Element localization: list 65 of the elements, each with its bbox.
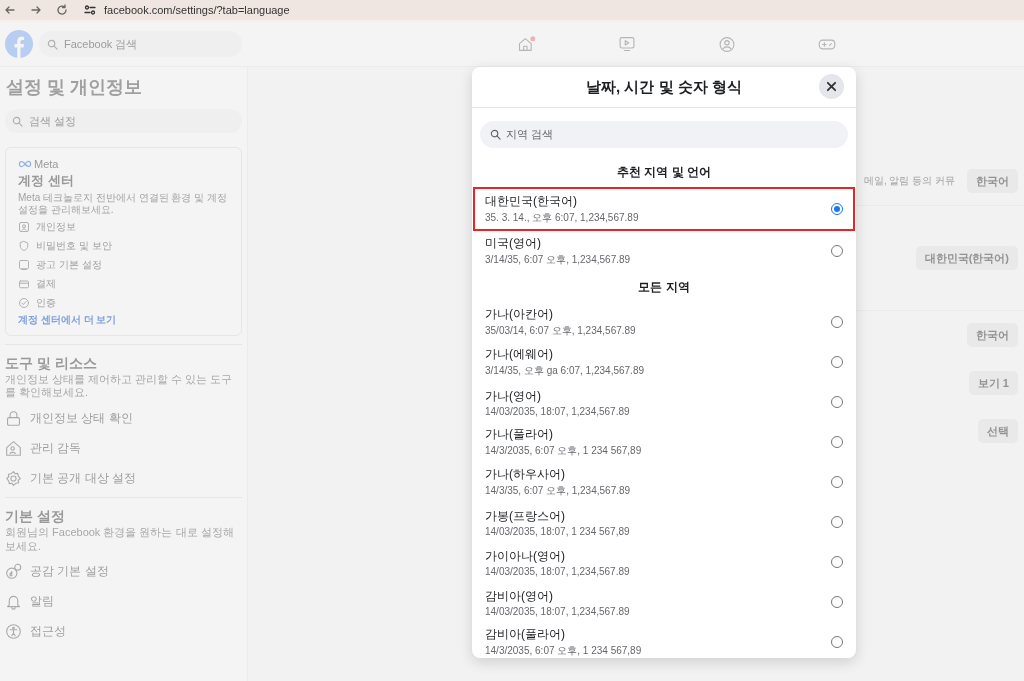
setting-description: 메일, 알림 등의 커뮤 [863,174,955,188]
sidebar-item[interactable]: 기본 공개 대상 설정 [5,463,242,494]
account-center-link[interactable]: 개인정보 [36,219,76,234]
facebook-search-field[interactable]: Facebook 검색 [39,31,242,57]
reaction-icon [5,563,22,581]
search-icon [490,129,501,140]
forward-icon[interactable] [30,4,42,16]
search-icon [47,38,58,50]
setting-button[interactable]: 대한민국(한국어) [915,246,1018,270]
brand-name: Meta [34,158,59,170]
group-heading: 모든 지역 [637,279,691,296]
sidebar-item[interactable]: 알림 [5,586,242,617]
region-option[interactable]: 미국(영어) 3/14/35, 6:07 오후, 1,234,567.89 [473,231,855,271]
region-option[interactable]: 가나(에웨어) 3/14/35, 오후 ga 6:07, 1,234,567.89 [473,342,855,382]
account-center-link[interactable]: 광고 기본 설정 [36,257,102,272]
credit-card-icon [18,277,30,290]
section-description: 회원님의 Facebook 환경을 원하는 대로 설정해보세요. [5,526,235,553]
meta-logo-icon [18,160,32,168]
screen-icon [18,258,30,271]
settings-icon [5,469,22,487]
bell-icon [5,593,22,611]
setting-button[interactable]: 한국어 [967,169,1018,193]
section-description: 개인정보 상태를 제어하고 관리할 수 있는 도구를 확인해보세요. [5,373,234,400]
region-option[interactable]: 가나(아칸어) 35/03/14, 6:07 오후, 1,234,567.89 [473,302,855,342]
site-settings-icon [84,4,96,16]
id-card-icon [18,220,30,233]
region-option[interactable]: 대한민국(한국어) 35. 3. 14., 오후 6:07, 1,234,567.89 [473,187,855,231]
region-option[interactable]: 가봉(프랑스어) 14/03/2035, 18:07, 1 234 567,89 [473,502,855,542]
sidebar-item[interactable]: 개인정보 상태 확인 [5,403,242,434]
back-icon[interactable] [4,4,16,16]
sidebar-item[interactable]: 접근성 [5,616,242,647]
sidebar-item[interactable]: 공감 기본 설정 [5,556,242,587]
accessibility-icon [5,623,22,641]
close-button[interactable] [819,74,844,99]
card-title: 계정 센터 [18,172,75,190]
region-option[interactable]: 감비아(영어) 14/03/2035, 18:07, 1,234,567.89 [473,582,855,622]
region-option[interactable]: 가나(하우사어) 14/3/35, 6:07 오후, 1,234,567.89 [473,462,855,502]
region-option[interactable]: 가나(영어) 14/03/2035, 18:07, 1,234,567.89 [473,382,855,422]
section-title: 기본 설정 [5,508,66,527]
group-heading: 추천 지역 및 언어 [616,164,712,181]
settings-search-field[interactable]: 검색 설정 [5,109,242,133]
close-icon [826,81,837,92]
account-center-link[interactable]: 결제 [36,276,56,291]
card-description: Meta 테크놀로지 전반에서 연결된 환경 및 계정 설정을 관리해보세요. [18,192,228,216]
house-people-icon [5,439,22,457]
region-option[interactable]: 가이아나(영어) 14/03/2035, 18:07, 1,234,567.89 [473,542,855,582]
lock-icon [5,409,22,427]
reload-icon[interactable] [56,4,68,16]
sidebar-title: 설정 및 개인정보 [6,76,143,99]
region-search-field[interactable]: 지역 검색 [480,121,848,148]
setting-button[interactable]: 선택 [978,419,1018,443]
more-link[interactable]: 계정 센터에서 더 보기 [18,313,229,327]
address-bar[interactable]: facebook.com/settings/?tab=language [84,4,290,16]
shield-icon [18,239,30,252]
dialog-title: 날짜, 시간 및 숫자 형식 [586,77,742,97]
check-circle-icon [18,296,30,309]
region-option[interactable]: 가나(풀라어) 14/3/2035, 6:07 오후, 1 234 567,89 [473,422,855,462]
search-icon [12,115,23,127]
setting-button[interactable]: 한국어 [967,323,1018,347]
setting-button[interactable]: 보기 1 [968,371,1018,395]
account-center-link[interactable]: 비밀번호 및 보안 [36,238,112,253]
sidebar-item[interactable]: 관리 감독 [5,433,242,464]
region-option[interactable]: 감비아(풀라어) 14/3/2035, 6:07 오후, 1 234 567,89 [473,622,855,658]
section-title: 도구 및 리소스 [5,355,98,373]
account-center-link[interactable]: 인증 [36,295,56,310]
